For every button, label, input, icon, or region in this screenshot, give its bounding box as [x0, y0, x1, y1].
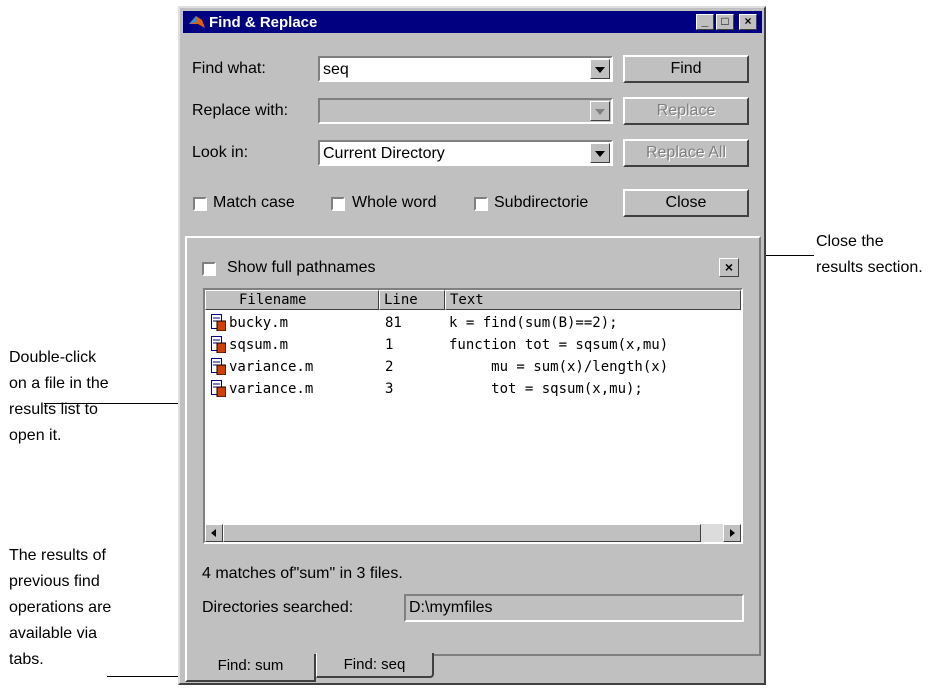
directories-searched-field: D:\mymfiles [404, 594, 744, 622]
whole-word-checkbox[interactable] [331, 197, 345, 211]
annotation-line: available via [9, 625, 98, 642]
replace-dropdown-button[interactable] [590, 101, 610, 121]
scroll-thumb[interactable] [223, 524, 701, 542]
m-file-icon [211, 358, 226, 375]
close-results-button[interactable]: × [719, 258, 739, 277]
results-status: 4 matches of"sum" in 3 files. [202, 565, 403, 582]
annotation-line: results list to [9, 401, 98, 418]
replace-with-label: Replace with: [192, 102, 289, 119]
annotation-line: open it. [9, 427, 62, 444]
column-header-text[interactable]: Text [445, 290, 741, 310]
m-file-icon [211, 314, 226, 331]
arrow-right-icon [730, 529, 735, 537]
scroll-right-button[interactable] [723, 524, 741, 542]
close-button[interactable]: Close [623, 189, 749, 217]
scroll-left-button[interactable] [205, 524, 223, 542]
find-what-value[interactable]: seq [323, 61, 349, 79]
close-icon: × [724, 259, 734, 275]
result-filename: variance.m [229, 359, 314, 375]
replace-with-combo[interactable] [318, 98, 613, 124]
result-line: 81 [385, 315, 402, 331]
result-text: mu = sum(x)/length(x) [449, 359, 669, 375]
annotation-line: tabs. [9, 651, 44, 668]
find-replace-window: Find & Replace _ □ × Find what: seq Find… [178, 6, 766, 685]
arrow-left-icon [211, 529, 216, 537]
whole-word-label: Whole word [352, 194, 437, 211]
result-line: 2 [385, 359, 394, 375]
minimize-icon: _ [701, 14, 709, 28]
m-file-icon [211, 336, 226, 353]
close-window-button[interactable]: × [739, 14, 757, 30]
subdirectories-checkbox[interactable] [474, 197, 488, 211]
result-text: function tot = sqsum(x,mu) [449, 337, 669, 353]
result-text: k = find(sum(B)==2); [449, 315, 618, 331]
annotation-line: on a file in the [9, 375, 109, 392]
annotation-line: The results of [9, 547, 106, 564]
annotation-line: results section. [816, 259, 923, 276]
maximize-button[interactable]: □ [716, 14, 734, 30]
annotation-line: Double-click [9, 349, 97, 366]
minimize-button[interactable]: _ [696, 14, 714, 30]
annotation-line: operations are [9, 599, 112, 616]
horizontal-scrollbar[interactable] [205, 524, 741, 542]
look-in-value[interactable]: Current Directory [323, 145, 445, 163]
result-row[interactable]: variance.m 3 tot = sqsum(x,mu); [207, 378, 741, 400]
annotation-tabs: The results of previous find operations … [9, 543, 111, 673]
directories-searched-value: D:\mymfiles [409, 599, 493, 616]
chevron-down-icon [595, 151, 605, 157]
matlab-logo-icon [189, 16, 205, 28]
annotation-pointer [107, 676, 187, 677]
annotation-close-results: Close the results section. [816, 229, 923, 281]
show-full-pathnames-checkbox[interactable] [202, 262, 216, 276]
annotation-line: previous find [9, 573, 100, 590]
result-row[interactable]: bucky.m 81 k = find(sum(B)==2); [207, 312, 741, 334]
match-case-checkbox[interactable] [193, 197, 207, 211]
directories-searched-label: Directories searched: [202, 599, 354, 616]
look-in-dropdown-button[interactable] [590, 143, 610, 163]
tab-find-seq[interactable]: Find: seq [316, 653, 434, 678]
result-row[interactable]: sqsum.m 1 function tot = sqsum(x,mu) [207, 334, 741, 356]
look-in-combo[interactable]: Current Directory [318, 140, 613, 166]
subdirectories-label: Subdirectorie [494, 194, 589, 211]
result-filename: sqsum.m [229, 337, 289, 353]
annotation-double-click: Double-click on a file in the results li… [9, 345, 109, 449]
title-bar[interactable]: Find & Replace _ □ × [183, 11, 762, 33]
maximize-icon: □ [721, 14, 729, 28]
result-filename: variance.m [229, 381, 314, 397]
column-header-line[interactable]: Line [379, 290, 445, 310]
find-button[interactable]: Find [623, 55, 749, 83]
match-case-label: Match case [213, 194, 295, 211]
window-title: Find & Replace [209, 14, 318, 31]
m-file-icon [211, 380, 226, 397]
result-line: 1 [385, 337, 394, 353]
result-line: 3 [385, 381, 394, 397]
annotation-line: Close the [816, 233, 884, 250]
find-what-combo[interactable]: seq [318, 56, 613, 82]
results-panel: Show full pathnames × Filename Line Text… [185, 236, 761, 656]
show-full-pathnames-label: Show full pathnames [227, 259, 376, 276]
replace-all-button[interactable]: Replace All [623, 139, 749, 167]
results-list[interactable]: Filename Line Text bucky.m 81 k = find(s… [203, 288, 743, 544]
column-header-filename[interactable]: Filename [205, 290, 379, 310]
find-dropdown-button[interactable] [590, 59, 610, 79]
close-icon: × [744, 14, 752, 28]
look-in-label: Look in: [192, 144, 249, 161]
find-what-label: Find what: [192, 60, 266, 77]
chevron-down-icon [595, 67, 605, 73]
result-filename: bucky.m [229, 315, 289, 331]
result-text: tot = sqsum(x,mu); [449, 381, 643, 397]
tab-find-sum[interactable]: Find: sum [185, 654, 316, 682]
replace-button[interactable]: Replace [623, 97, 749, 125]
chevron-down-icon [595, 109, 605, 115]
result-row[interactable]: variance.m 2 mu = sum(x)/length(x) [207, 356, 741, 378]
